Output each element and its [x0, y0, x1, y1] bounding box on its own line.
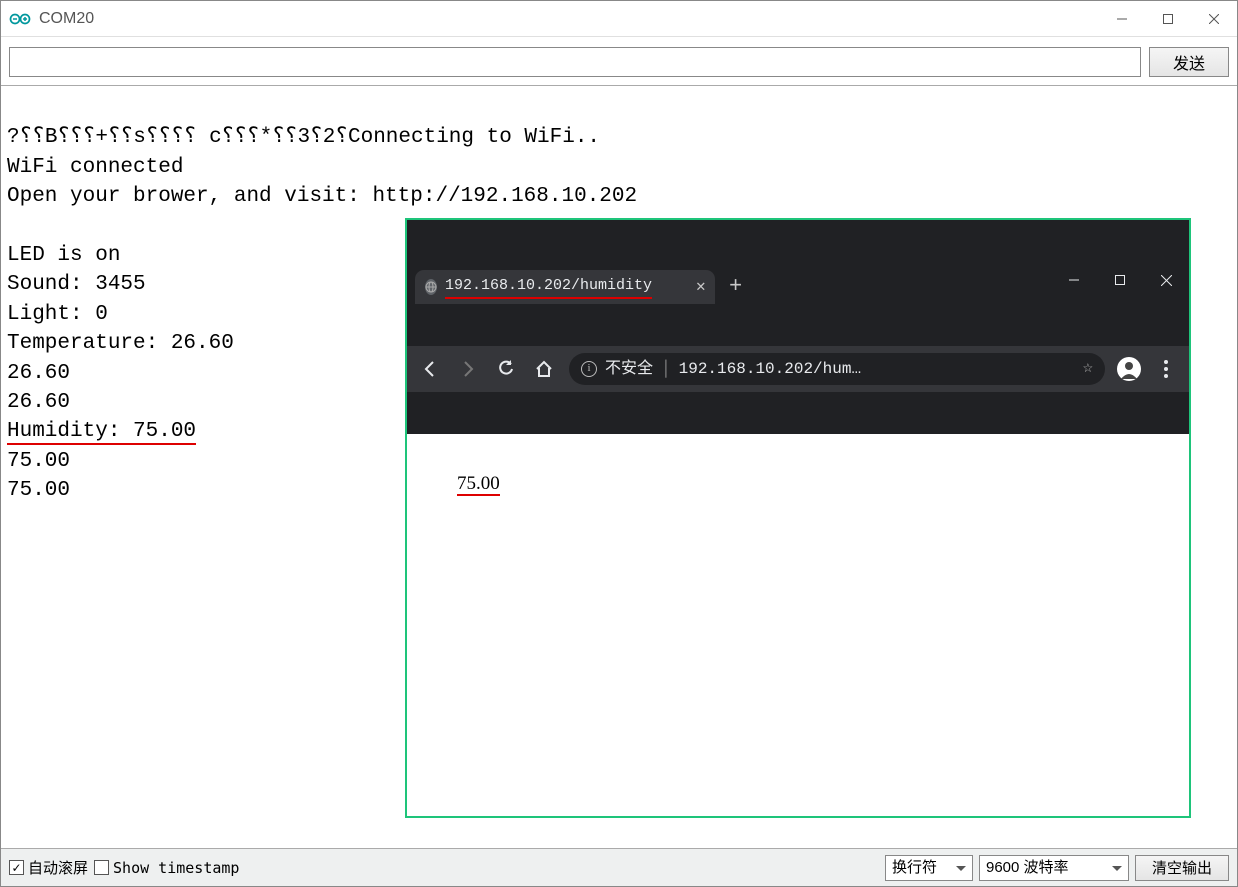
serial-monitor-window: COM20 发送 ?⸮⸮B⸮⸮⸮+⸮⸮s⸮⸮⸮⸮ c⸮⸮⸮*⸮⸮3⸮2⸮Conn… — [0, 0, 1238, 887]
browser-tab[interactable]: 192.168.10.202/humidity ✕ — [415, 270, 715, 304]
home-button[interactable] — [531, 356, 557, 382]
tab-title: 192.168.10.202/humidity — [445, 275, 652, 299]
serial-line: 26.60 — [7, 362, 70, 385]
browser-minimize-button[interactable] — [1051, 264, 1097, 296]
bookmark-star-icon[interactable]: ☆ — [1083, 357, 1093, 381]
minimize-button[interactable] — [1099, 1, 1145, 37]
address-bar[interactable]: i 不安全 │ 192.168.10.202/hum… ☆ — [569, 353, 1105, 385]
close-button[interactable] — [1191, 1, 1237, 37]
checkbox-icon — [94, 860, 109, 875]
serial-line: Open your brower, and visit: http://192.… — [7, 185, 637, 208]
serial-output: ?⸮⸮B⸮⸮⸮+⸮⸮s⸮⸮⸮⸮ c⸮⸮⸮*⸮⸮3⸮2⸮Connecting to… — [1, 85, 1237, 848]
url-display: 192.168.10.202/hum… — [679, 358, 861, 380]
serial-line: Sound: 3455 — [7, 273, 146, 296]
serial-line: WiFi connected — [7, 156, 183, 179]
browser-maximize-button[interactable] — [1097, 264, 1143, 296]
send-button[interactable]: 发送 — [1149, 47, 1229, 77]
autoscroll-checkbox[interactable]: 自动滚屏 — [9, 857, 88, 878]
serial-line: Temperature: 26.60 — [7, 332, 234, 355]
titlebar: COM20 — [1, 1, 1237, 37]
timestamp-checkbox[interactable]: Show timestamp — [94, 859, 239, 877]
serial-line-highlighted: Humidity: 75.00 — [7, 420, 196, 445]
serial-line: LED is on — [7, 244, 120, 267]
serial-line: 26.60 — [7, 391, 70, 414]
baud-select[interactable]: 9600 波特率 — [979, 855, 1129, 881]
globe-icon — [425, 279, 437, 295]
input-row: 发送 — [1, 37, 1237, 85]
browser-close-button[interactable] — [1143, 264, 1189, 296]
checkbox-icon — [9, 860, 24, 875]
line-ending-value: 换行符 — [885, 855, 973, 881]
browser-window-controls — [1051, 262, 1189, 296]
address-bar-row: i 不安全 │ 192.168.10.202/hum… ☆ — [407, 346, 1189, 392]
serial-line: 75.00 — [7, 450, 70, 473]
serial-line: Light: 0 — [7, 303, 108, 326]
back-button[interactable] — [417, 356, 443, 382]
line-ending-select[interactable]: 换行符 — [885, 855, 973, 881]
humidity-value: 75.00 — [457, 474, 500, 497]
reload-button[interactable] — [493, 356, 519, 382]
serial-line: ?⸮⸮B⸮⸮⸮+⸮⸮s⸮⸮⸮⸮ c⸮⸮⸮*⸮⸮3⸮2⸮Connecting to… — [7, 126, 600, 149]
browser-chrome: 192.168.10.202/humidity ✕ + — [407, 220, 1189, 434]
serial-input[interactable] — [9, 47, 1141, 77]
maximize-button[interactable] — [1145, 1, 1191, 37]
tab-close-icon[interactable]: ✕ — [696, 279, 706, 295]
new-tab-button[interactable]: + — [729, 272, 742, 302]
menu-button[interactable] — [1153, 356, 1179, 382]
forward-button[interactable] — [455, 356, 481, 382]
tab-strip: 192.168.10.202/humidity ✕ + — [407, 262, 1189, 304]
baud-value: 9600 波特率 — [979, 855, 1129, 881]
info-icon: i — [581, 361, 597, 377]
clear-output-button[interactable]: 清空输出 — [1135, 855, 1229, 881]
browser-page-content: 75.00 — [407, 434, 1189, 816]
window-title: COM20 — [39, 10, 94, 28]
arduino-icon — [9, 11, 31, 27]
autoscroll-label: 自动滚屏 — [28, 857, 88, 878]
status-bar: 自动滚屏 Show timestamp 换行符 9600 波特率 清空输出 — [1, 848, 1237, 886]
security-label: 不安全 — [605, 358, 653, 380]
timestamp-label: Show timestamp — [113, 859, 239, 877]
profile-avatar[interactable] — [1117, 357, 1141, 381]
serial-line: 75.00 — [7, 479, 70, 502]
browser-window: 192.168.10.202/humidity ✕ + — [405, 218, 1191, 818]
